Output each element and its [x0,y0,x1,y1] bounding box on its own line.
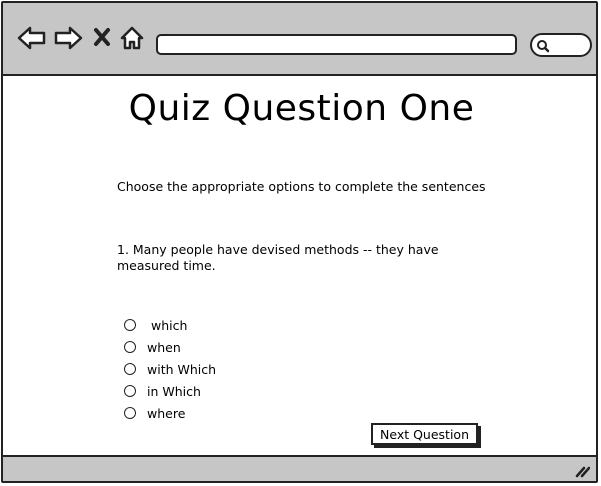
radio-button[interactable] [124,385,136,397]
home-icon[interactable] [119,25,145,51]
option-with-which[interactable]: with Which [124,358,216,380]
browser-toolbar [3,3,596,76]
radio-button[interactable] [124,319,136,331]
question-text: 1. Many people have devised methods -- t… [117,242,439,273]
search-box[interactable] [530,33,592,57]
option-which[interactable]: which [124,314,216,336]
search-icon [537,40,550,53]
option-label: in Which [147,383,201,399]
url-bar[interactable] [156,34,517,55]
status-bar [3,455,596,481]
resize-grip-icon[interactable] [574,464,590,478]
radio-button[interactable] [124,407,136,419]
answer-options: which when with Which in Which where [124,314,216,424]
option-when[interactable]: when [124,336,216,358]
forward-arrow-icon[interactable] [53,25,83,51]
browser-window: Quiz Question One Choose the appropriate… [1,1,598,483]
option-in-which[interactable]: in Which [124,380,216,402]
close-icon[interactable] [93,27,111,47]
instructions-text: Choose the appropriate options to comple… [117,179,486,194]
option-label: which [147,317,188,333]
radio-button[interactable] [124,363,136,375]
radio-button[interactable] [124,341,136,353]
back-arrow-icon[interactable] [17,25,47,51]
option-label: when [147,339,181,355]
option-where[interactable]: where [124,402,216,424]
option-label: where [147,405,186,421]
page-title: Quiz Question One [128,88,475,129]
next-question-button[interactable]: Next Question [371,423,479,445]
option-label: with Which [147,361,217,377]
